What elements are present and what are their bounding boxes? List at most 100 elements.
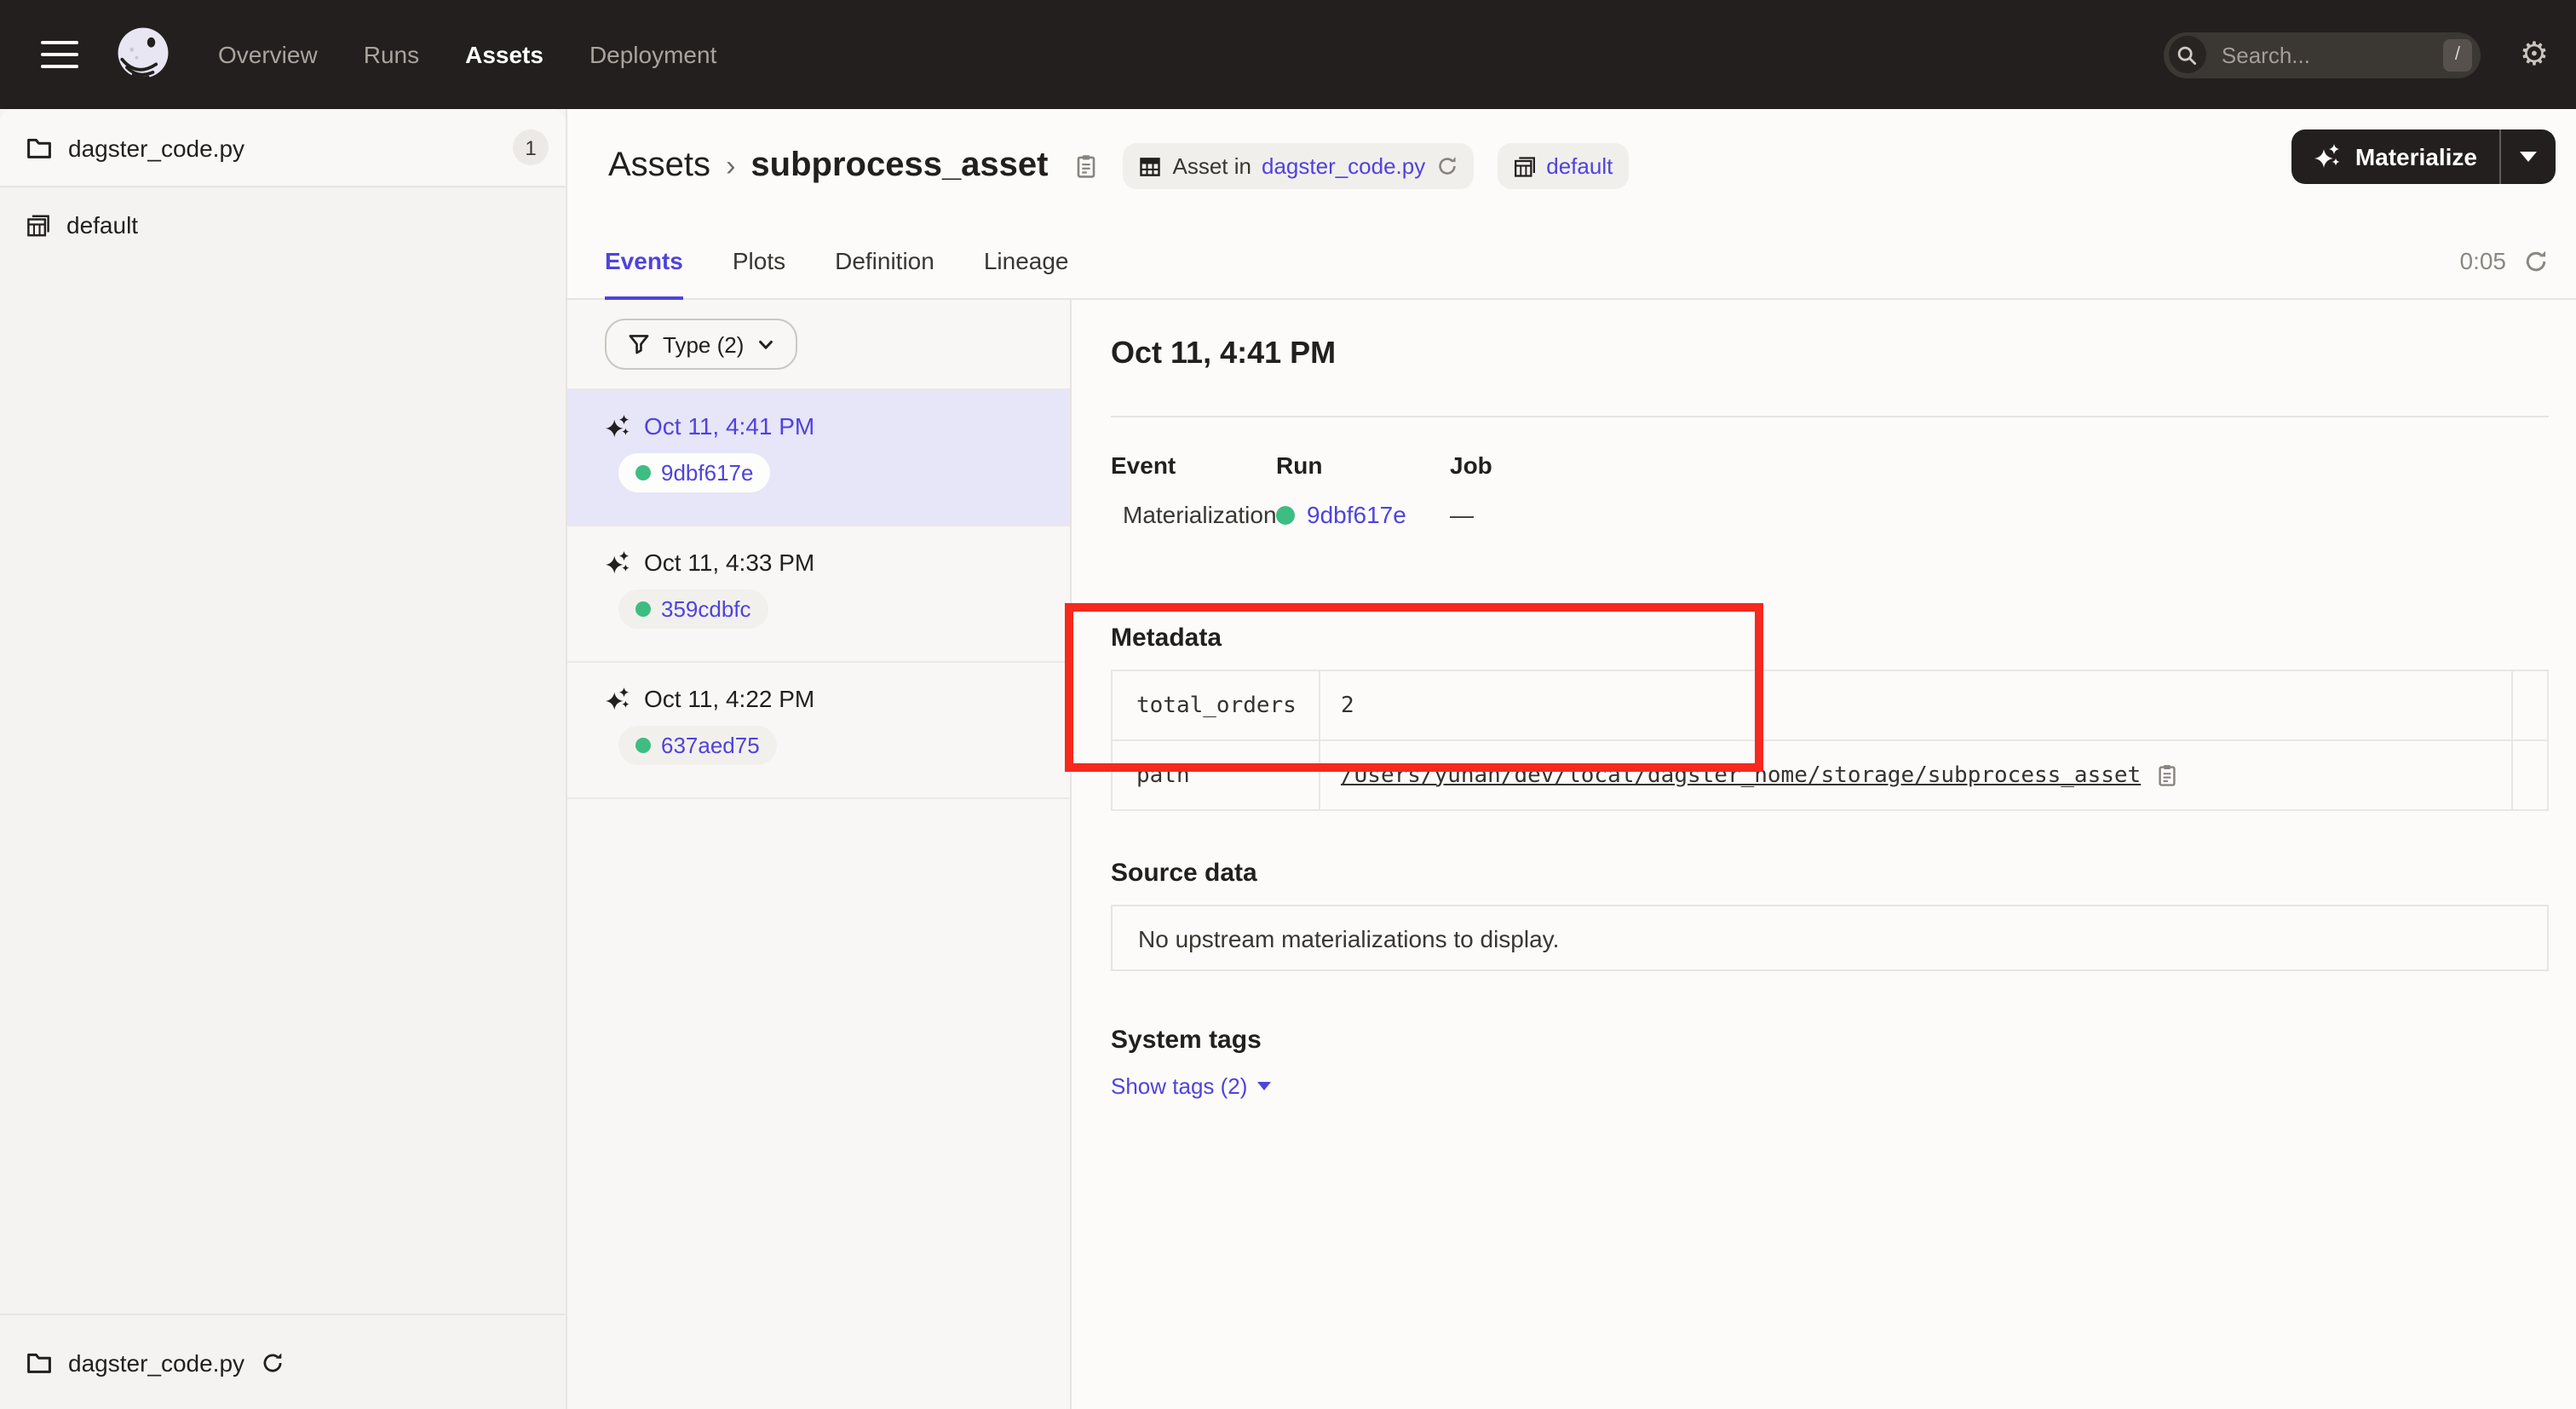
caret-down-icon xyxy=(2520,152,2537,162)
events-content: Type (2) Oct 11, 4:41 PM 9dbf617e xyxy=(567,300,2576,1409)
reload-icon[interactable] xyxy=(260,1350,284,1374)
asset-chip-prefix: Asset in xyxy=(1173,153,1252,179)
metadata-action-cell xyxy=(2512,670,2548,740)
nav-item-runs[interactable]: Runs xyxy=(364,41,419,68)
job-column-label: Job xyxy=(1450,451,1492,479)
run-id-pill[interactable]: 9dbf617e xyxy=(618,453,770,492)
metadata-section-title: Metadata xyxy=(1111,624,2549,653)
run-id-pill[interactable]: 637aed75 xyxy=(618,726,777,765)
repo-chip[interactable]: default xyxy=(1497,143,1628,189)
tab-events[interactable]: Events xyxy=(605,222,683,299)
sparkle-icon xyxy=(2314,143,2342,170)
tab-plots[interactable]: Plots xyxy=(733,222,785,299)
source-data-empty-box: No upstream materializations to display. xyxy=(1111,905,2549,971)
event-list-item[interactable]: Oct 11, 4:41 PM 9dbf617e xyxy=(567,390,1070,526)
materialization-sparkle-icon xyxy=(605,413,630,439)
materialization-sparkle-icon xyxy=(605,686,630,711)
folder-icon xyxy=(26,1349,53,1376)
job-grid-icon xyxy=(1139,154,1163,178)
app-window: Overview Runs Assets Deployment / ⚙ dags… xyxy=(0,0,2576,1409)
footer-code-file-label: dagster_code.py xyxy=(68,1349,244,1376)
repo-chip-link[interactable]: default xyxy=(1546,153,1613,179)
repo-grid-icon xyxy=(1512,154,1536,178)
run-id-label: 637aed75 xyxy=(661,733,760,758)
refresh-timer: 0:05 xyxy=(2460,247,2507,274)
run-status-dot xyxy=(635,465,651,480)
show-tags-label: Show tags (2) xyxy=(1111,1073,1247,1099)
search-box[interactable]: / xyxy=(2164,32,2481,78)
run-id-link[interactable]: 9dbf617e xyxy=(1307,501,1406,528)
asset-page-header: Assets › subprocess_asset Asset in dagst… xyxy=(567,109,2576,223)
event-column-label: Event xyxy=(1111,451,1276,479)
tab-definition[interactable]: Definition xyxy=(835,222,934,299)
sidebar-footer-code-location[interactable]: dagster_code.py xyxy=(0,1314,566,1409)
asset-job-chip[interactable]: Asset in dagster_code.py xyxy=(1124,143,1474,189)
sidebar-item-code-file[interactable]: dagster_code.py 1 xyxy=(0,109,566,187)
search-icon xyxy=(2169,36,2206,73)
copy-asset-name-icon[interactable] xyxy=(1074,153,1100,179)
refresh-icon[interactable] xyxy=(2523,248,2549,273)
nav-item-overview[interactable]: Overview xyxy=(218,41,318,68)
event-detail-panel: Oct 11, 4:41 PM Event Materialization Ru… xyxy=(1070,300,2576,1409)
type-filter-button[interactable]: Type (2) xyxy=(605,319,796,370)
run-column-label: Run xyxy=(1276,451,1450,479)
sidebar: dagster_code.py 1 default dagster_code.p… xyxy=(0,109,567,1409)
hamburger-menu-icon[interactable] xyxy=(41,41,78,68)
caret-down-icon xyxy=(1257,1082,1271,1090)
event-list-item[interactable]: Oct 11, 4:22 PM 637aed75 xyxy=(567,663,1070,799)
filter-funnel-icon xyxy=(627,332,651,356)
gear-icon[interactable]: ⚙ xyxy=(2520,38,2549,71)
run-status-dot xyxy=(635,601,651,617)
event-timestamp-link[interactable]: Oct 11, 4:41 PM xyxy=(644,412,814,440)
event-type-value: Materialization xyxy=(1123,501,1277,528)
asset-count-badge: 1 xyxy=(513,129,549,165)
run-status-dot xyxy=(635,738,651,753)
asset-chip-code-link[interactable]: dagster_code.py xyxy=(1262,153,1425,179)
path-link[interactable]: /Users/yuhan/dev/local/dagster_home/stor… xyxy=(1341,762,2141,788)
metadata-table: total_orders 2 path /Users/yuhan/dev/loc… xyxy=(1111,670,2549,811)
nav-item-deployment[interactable]: Deployment xyxy=(589,41,716,68)
metadata-key: path xyxy=(1112,740,1320,810)
default-repo-label: default xyxy=(66,211,138,239)
source-data-empty-message: No upstream materializations to display. xyxy=(1138,924,1559,952)
tab-bar: Events Plots Definition Lineage 0:05 xyxy=(567,223,2576,300)
show-tags-toggle[interactable]: Show tags (2) xyxy=(1111,1073,1271,1099)
reload-icon[interactable] xyxy=(1435,155,1458,177)
table-row: path /Users/yuhan/dev/local/dagster_home… xyxy=(1112,740,2548,810)
nav-item-assets[interactable]: Assets xyxy=(465,41,543,68)
metadata-value: /Users/yuhan/dev/local/dagster_home/stor… xyxy=(1320,740,2512,810)
run-id-pill[interactable]: 359cdbfc xyxy=(618,589,768,629)
dagster-logo-icon[interactable] xyxy=(111,22,175,87)
metadata-key: total_orders xyxy=(1112,670,1320,740)
job-value: — xyxy=(1450,501,1474,528)
event-info-grid: Event Materialization Run 9dbf617e xyxy=(1111,451,2549,528)
code-file-label: dagster_code.py xyxy=(68,134,497,161)
materialize-split-button: Materialize xyxy=(2292,129,2556,184)
breadcrumb-assets-link[interactable]: Assets xyxy=(608,147,710,186)
event-detail-title: Oct 11, 4:41 PM xyxy=(1111,334,2549,371)
tab-lineage[interactable]: Lineage xyxy=(984,222,1069,299)
copy-path-icon[interactable] xyxy=(2154,763,2178,787)
divider xyxy=(1111,416,2549,417)
sidebar-item-default-repo[interactable]: default xyxy=(0,187,566,262)
event-timestamp-link[interactable]: Oct 11, 4:22 PM xyxy=(644,685,814,712)
materialize-dropdown-button[interactable] xyxy=(2501,129,2556,184)
search-shortcut-badge: / xyxy=(2443,38,2472,71)
metadata-action-cell xyxy=(2512,740,2548,810)
run-id-label: 359cdbfc xyxy=(661,596,751,622)
source-data-section-title: Source data xyxy=(1111,859,2549,888)
run-id-label: 9dbf617e xyxy=(661,460,753,486)
filter-row: Type (2) xyxy=(567,300,1070,390)
event-list-item[interactable]: Oct 11, 4:33 PM 359cdbfc xyxy=(567,526,1070,663)
main-area: Assets › subprocess_asset Asset in dagst… xyxy=(567,109,2576,1409)
folder-icon xyxy=(26,134,53,161)
metadata-value: 2 xyxy=(1320,670,2512,740)
event-timestamp-link[interactable]: Oct 11, 4:33 PM xyxy=(644,549,814,576)
type-filter-label: Type (2) xyxy=(663,331,744,357)
top-nav: Overview Runs Assets Deployment / ⚙ xyxy=(0,0,2576,109)
table-row: total_orders 2 xyxy=(1112,670,2548,740)
breadcrumb: Assets › subprocess_asset xyxy=(608,147,1100,186)
events-list-panel: Type (2) Oct 11, 4:41 PM 9dbf617e xyxy=(567,300,1070,1409)
search-input[interactable] xyxy=(2218,40,2443,69)
materialize-button[interactable]: Materialize xyxy=(2292,129,2499,184)
